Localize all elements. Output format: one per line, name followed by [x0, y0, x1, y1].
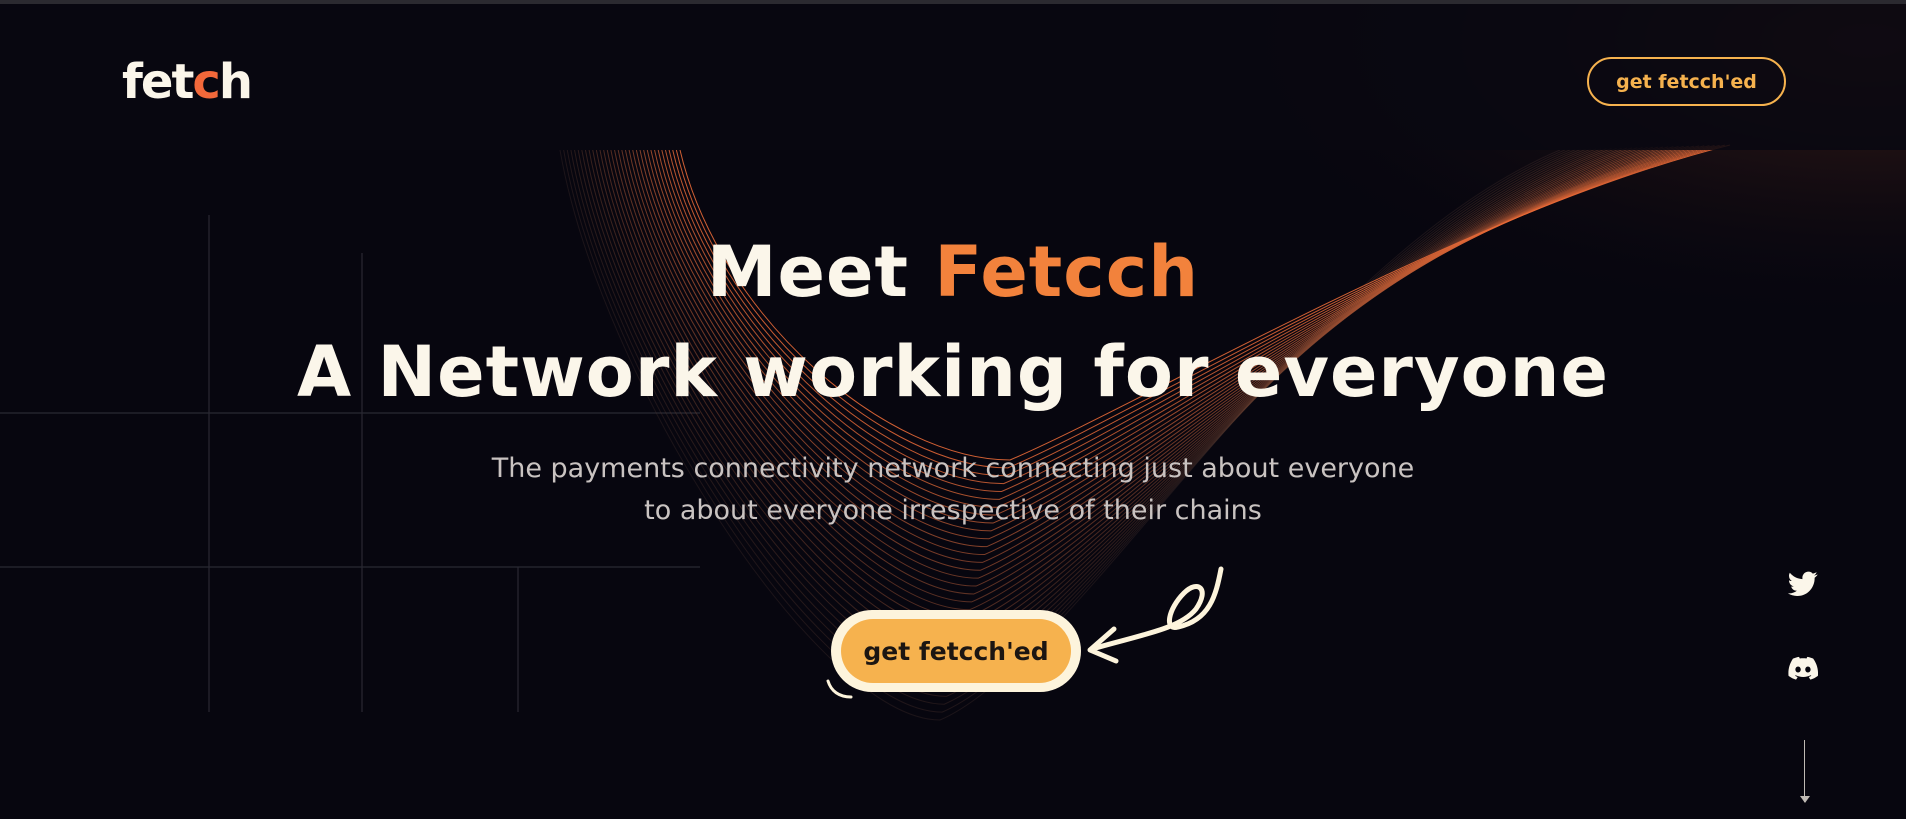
- discord-icon: [1788, 656, 1818, 680]
- header-get-fetcched-button[interactable]: get fetcch'ed: [1587, 57, 1786, 106]
- hand-drawn-arrow-icon: [1087, 566, 1224, 664]
- hero-title-line-1: Meet Fetcch: [0, 222, 1906, 322]
- twitter-link[interactable]: [1786, 567, 1820, 601]
- scroll-down-line[interactable]: [1804, 740, 1805, 802]
- hero-subtitle-line-2: to about everyone irrespective of their …: [644, 495, 1262, 526]
- twitter-icon: [1788, 571, 1818, 596]
- hero-get-fetcched-button[interactable]: get fetcch'ed: [841, 619, 1071, 683]
- logo-text-part-3: h: [218, 54, 253, 110]
- fetcch-logo[interactable]: fet c h: [122, 50, 253, 110]
- hero-title-line-2: A Network working for everyone: [297, 331, 1609, 413]
- site-header: fet c h get fetcch'ed: [0, 4, 1906, 150]
- hero-title-accent: Fetcch: [934, 231, 1200, 313]
- hero-subtitle: The payments connectivity network connec…: [0, 448, 1906, 532]
- landing-page: fet c h get fetcch'ed Meet Fetcch A Networ…: [0, 0, 1906, 819]
- hero-title: Meet Fetcch A Network working for everyo…: [0, 222, 1906, 422]
- hero-title-prefix: Meet: [706, 231, 935, 313]
- scroll-down-arrow-icon[interactable]: [1800, 796, 1810, 803]
- discord-link[interactable]: [1786, 651, 1820, 685]
- logo-text-part-2: c: [192, 54, 220, 110]
- hero-subtitle-line-1: The payments connectivity network connec…: [491, 453, 1415, 484]
- hero-cta-outline: get fetcch'ed: [831, 610, 1081, 692]
- logo-text-part-1: fet: [122, 54, 194, 110]
